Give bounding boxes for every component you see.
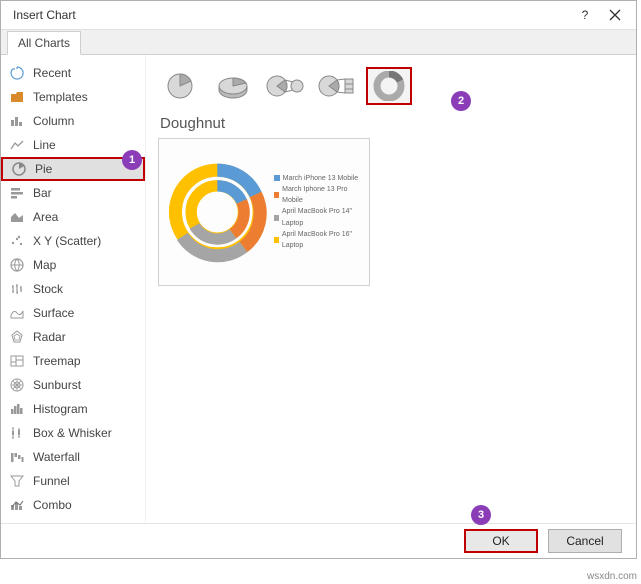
sidebar-item-templates[interactable]: Templates [1,85,145,109]
sidebar-item-surface[interactable]: Surface [1,301,145,325]
tab-all-charts[interactable]: All Charts [7,31,81,55]
sidebar-item-label: Map [33,258,56,272]
callout-2: 2 [451,91,471,111]
sidebar-item-label: Stock [33,282,63,296]
subtype-row [158,63,636,113]
sidebar-item-box-whisker[interactable]: Box & Whisker [1,421,145,445]
subtype-pie[interactable] [158,67,204,105]
sidebar-item-label: Waterfall [33,450,80,464]
sidebar-item-label: Pie [35,162,52,176]
legend-item: April MacBook Pro 14" Laptop [282,206,363,228]
sidebar-item-label: X Y (Scatter) [33,234,101,248]
doughnut-preview-icon [165,152,270,272]
cancel-button[interactable]: Cancel [548,529,622,553]
subtype-pie-of-pie[interactable] [262,67,308,105]
sidebar-item-sunburst[interactable]: Sunburst [1,373,145,397]
sidebar-item-label: Recent [33,66,71,80]
sidebar-item-stock[interactable]: Stock [1,277,145,301]
stock-icon [9,281,25,297]
pie-of-pie-icon [265,71,305,101]
callout-3: 3 [471,505,491,525]
box-whisker-icon [9,425,25,441]
sidebar-item-label: Line [33,138,56,152]
scatter-icon [9,233,25,249]
subtype-doughnut[interactable] [366,67,412,105]
chart-category-sidebar: Recent Templates Column Line Pie Bar [1,55,146,523]
combo-icon [9,497,25,513]
map-icon [9,257,25,273]
chart-subtype-panel: Doughnut March iPhone 13 Mobile Mar [146,55,636,523]
bar-of-pie-icon [317,71,357,101]
histogram-icon [9,401,25,417]
sidebar-item-label: Bar [33,186,52,200]
sidebar-item-scatter[interactable]: X Y (Scatter) [1,229,145,253]
close-icon [609,9,621,21]
titlebar: Insert Chart ? [1,1,636,30]
sunburst-icon [9,377,25,393]
surface-icon [9,305,25,321]
legend-item: March iPhone 13 Mobile [283,173,359,184]
subtype-title: Doughnut [158,113,636,138]
sidebar-item-funnel[interactable]: Funnel [1,469,145,493]
legend-item: April MacBook Pro 16" Laptop [282,229,363,251]
sidebar-item-area[interactable]: Area [1,205,145,229]
radar-icon [9,329,25,345]
sidebar-item-label: Combo [33,498,72,512]
sidebar-item-histogram[interactable]: Histogram [1,397,145,421]
tab-strip: All Charts [1,30,636,55]
callout-1: 1 [122,150,142,170]
pie-3d-icon [215,71,251,101]
sidebar-item-recent[interactable]: Recent [1,61,145,85]
sidebar-item-label: Box & Whisker [33,426,112,440]
bar-icon [9,185,25,201]
sidebar-item-label: Area [33,210,58,224]
sidebar-item-treemap[interactable]: Treemap [1,349,145,373]
pie-icon [165,71,197,101]
sidebar-item-label: Histogram [33,402,88,416]
treemap-icon [9,353,25,369]
ok-button[interactable]: OK [464,529,538,553]
dialog-content: Recent Templates Column Line Pie Bar [1,55,636,523]
pie-icon [11,161,27,177]
sidebar-item-label: Column [33,114,74,128]
sidebar-item-map[interactable]: Map [1,253,145,277]
sidebar-item-waterfall[interactable]: Waterfall [1,445,145,469]
sidebar-item-label: Surface [33,306,74,320]
sidebar-item-bar[interactable]: Bar [1,181,145,205]
area-icon [9,209,25,225]
subtype-bar-of-pie[interactable] [314,67,360,105]
column-icon [9,113,25,129]
sidebar-item-radar[interactable]: Radar [1,325,145,349]
templates-icon [9,89,25,105]
waterfall-icon [9,449,25,465]
preview-legend: March iPhone 13 Mobile March Iphone 13 P… [274,173,363,251]
close-button[interactable] [600,1,630,29]
dialog-footer: OK Cancel [1,523,636,558]
dialog-title: Insert Chart [7,8,570,22]
funnel-icon [9,473,25,489]
sidebar-item-column[interactable]: Column [1,109,145,133]
insert-chart-dialog: Insert Chart ? All Charts Recent Templat… [0,0,637,559]
sidebar-item-label: Funnel [33,474,70,488]
chart-preview[interactable]: March iPhone 13 Mobile March Iphone 13 P… [158,138,370,286]
sidebar-item-combo[interactable]: Combo [1,493,145,517]
sidebar-item-label: Radar [33,330,66,344]
recent-icon [9,65,25,81]
sidebar-item-label: Sunburst [33,378,81,392]
subtype-3d-pie[interactable] [210,67,256,105]
help-button[interactable]: ? [570,1,600,29]
doughnut-icon [373,71,405,101]
sidebar-item-label: Templates [33,90,88,104]
legend-item: March Iphone 13 Pro Mobile [282,184,363,206]
line-icon [9,137,25,153]
watermark: wsxdn.com [587,571,637,582]
sidebar-item-label: Treemap [33,354,81,368]
